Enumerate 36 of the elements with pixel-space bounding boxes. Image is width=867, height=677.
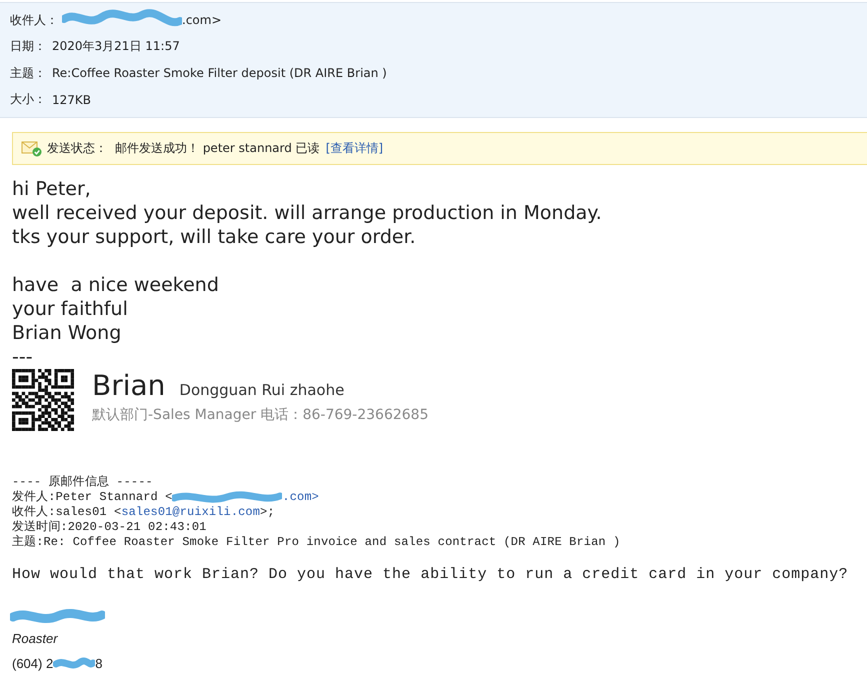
signature-company: Dongguan Rui zhaohe: [179, 381, 344, 399]
message-line: hi Peter,: [12, 177, 92, 201]
sent-time: 发送时间:2020-03-21 02:43:01: [12, 520, 208, 534]
phone-number: (604) 2: [12, 656, 54, 671]
phone-number: 8: [95, 656, 102, 671]
status-label: 发送状态：: [47, 140, 107, 157]
quote-heading: ---- 原邮件信息 -----: [12, 475, 154, 490]
message-line: tks your support, will take care your order.: [12, 225, 417, 249]
status-message: 邮件发送成功！ peter stannard 已读: [115, 140, 320, 157]
redaction-scribble: [53, 656, 96, 670]
quote-message: How would that work Brian? Do you have the ability to run a credit card in your company?: [12, 567, 850, 582]
message-line: your faithful: [12, 297, 129, 321]
message-line: have a nice weekend: [12, 273, 220, 297]
field-label: 主题：: [10, 64, 46, 82]
qr-code-icon: [12, 369, 74, 431]
sender-email: .com>: [282, 490, 319, 505]
signature-name: Brian: [92, 369, 166, 402]
message-line: well received your deposit. will arrange production in Monday.: [12, 201, 603, 225]
field-label: 日期：: [10, 38, 46, 56]
quote-subject: 主题:Re: Coffee Roaster Smoke Filter Pro invoice and sales contract (DR AIRE Brian ): [12, 535, 622, 550]
message-line: ---: [12, 345, 34, 369]
sender-line: 发件人:Peter Stannard <: [12, 490, 172, 505]
field-value: .com>: [182, 13, 222, 28]
field-label: 大小：: [10, 91, 46, 108]
mail-check-icon: [21, 140, 43, 156]
field-value: 127KB: [52, 92, 92, 107]
email-link[interactable]: sales01@ruixili.com: [121, 505, 260, 520]
recipient-suffix: >;: [260, 505, 275, 520]
recipient-label: 收件人:sales01 <: [12, 505, 122, 520]
field-value: 2020年3月21日 11:57: [52, 38, 180, 56]
details-link[interactable]: [查看详情]: [326, 140, 384, 157]
message-line: Brian Wong: [12, 321, 122, 345]
sender-title: Roaster: [11, 631, 59, 646]
field-label: 收件人：: [10, 12, 58, 29]
signature-details: 默认部门-Sales Manager 电话：86-769-23662685: [92, 406, 428, 424]
field-value: Re:Coffee Roaster Smoke Filter deposit (DR AIRE Brian ): [52, 66, 387, 80]
